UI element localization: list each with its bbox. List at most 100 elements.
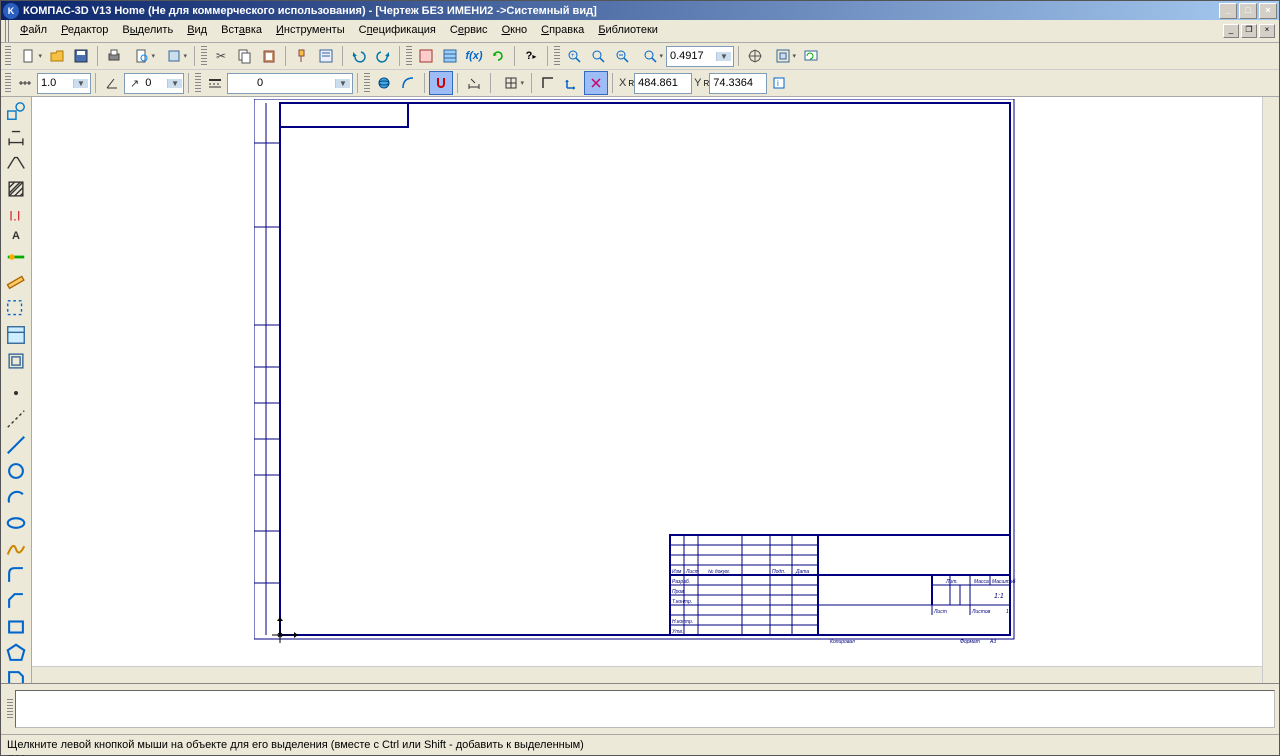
designation-button[interactable] [4,151,28,175]
line-button[interactable] [4,433,28,457]
variables-button[interactable]: f(x) [462,44,486,68]
dropdown-icon[interactable]: ▼ [167,79,182,88]
angle-combo[interactable]: ↗ ▼ [124,73,184,94]
window-minimize-button[interactable]: _ [1219,3,1237,19]
lcs-button[interactable] [560,71,584,95]
vertical-scrollbar[interactable] [1262,97,1279,683]
param-button[interactable] [4,245,28,269]
pan-button[interactable] [743,44,767,68]
arc-button[interactable] [4,485,28,509]
coord-y-field[interactable] [709,73,767,94]
parametric-button[interactable] [584,71,608,95]
copy-button[interactable] [233,44,257,68]
edit-geometry-button[interactable]: I.I [4,203,28,227]
globals-button[interactable] [372,71,396,95]
step-button[interactable] [13,71,37,95]
window-close-button[interactable]: × [1259,3,1277,19]
zoom-scale-button[interactable] [634,44,666,68]
fillet-button[interactable] [4,563,28,587]
line-style-button[interactable] [203,71,227,95]
menu-tools[interactable]: Инструменты [269,20,352,42]
refresh-button[interactable] [486,44,510,68]
redraw-button[interactable] [799,44,823,68]
zoom-in-button[interactable] [586,44,610,68]
hatching-button[interactable] [4,177,28,201]
angle-input[interactable] [143,77,167,89]
drawing-canvas[interactable]: Изм Лист № докум. Подп. Дата Разраб. Про… [32,97,1262,666]
new-button[interactable] [13,44,45,68]
step-combo[interactable]: ▼ [37,73,91,94]
mdi-restore-button[interactable]: ❐ [1241,24,1257,38]
dropdown-icon[interactable]: ▼ [335,79,350,88]
open-button[interactable] [45,44,69,68]
help-button[interactable]: ?▸ [519,44,543,68]
views-button[interactable] [4,349,28,373]
ortho-button[interactable] [536,71,560,95]
print-button[interactable] [102,44,126,68]
toolbar-grip[interactable] [406,46,412,66]
menu-spec[interactable]: Спецификация [352,20,443,42]
circle-button[interactable] [4,459,28,483]
menubar-grip[interactable] [5,20,11,42]
zoom-fit-button[interactable] [767,44,799,68]
polygon-button[interactable] [4,641,28,665]
ellipse-button[interactable] [4,511,28,535]
chamfer-button[interactable] [4,589,28,613]
menu-insert[interactable]: Вставка [214,20,269,42]
coord-y-input[interactable] [711,77,763,89]
zoom-combo[interactable]: ▼ [666,46,734,67]
zoom-input[interactable] [668,50,716,62]
dropdown-icon[interactable]: ▼ [73,79,88,88]
menu-file[interactable]: Файл [13,20,54,42]
save-button[interactable] [69,44,93,68]
menu-service[interactable]: Сервис [443,20,495,42]
snap-button[interactable] [429,71,453,95]
spec-tools-button[interactable] [4,323,28,347]
toolbar-grip[interactable] [364,73,370,93]
layer-input[interactable] [255,77,335,89]
rect-button[interactable] [4,615,28,639]
angle-button[interactable] [100,71,124,95]
redo-button[interactable] [371,44,395,68]
spec-table-button[interactable] [438,44,462,68]
menu-select[interactable]: Выделить [115,20,180,42]
print-preview-button[interactable] [126,44,158,68]
zoom-out-button[interactable] [610,44,634,68]
step-input[interactable] [39,77,73,89]
menu-window[interactable]: Окно [495,20,535,42]
layer-combo[interactable]: ▼ [227,73,353,94]
doc-props-button[interactable] [158,44,190,68]
window-maximize-button[interactable]: □ [1239,3,1257,19]
geometry-button[interactable] [4,99,28,123]
aux-line-button[interactable] [4,407,28,431]
properties-button[interactable] [314,44,338,68]
menu-help[interactable]: Справка [534,20,591,42]
paste-button[interactable] [257,44,281,68]
horizontal-scrollbar[interactable] [32,666,1262,683]
toolbar-grip[interactable] [554,46,560,66]
spec-manager-button[interactable] [414,44,438,68]
measure-button[interactable] [4,271,28,295]
menu-view[interactable]: Вид [180,20,214,42]
undo-button[interactable] [347,44,371,68]
toolbar-grip[interactable] [201,46,207,66]
coord-x-input[interactable] [636,77,688,89]
dropdown-icon[interactable]: ▼ [716,52,731,61]
grid-button[interactable] [495,71,527,95]
menu-editor[interactable]: Редактор [54,20,115,42]
spline-button[interactable] [4,537,28,561]
toolbar-grip[interactable] [5,73,11,93]
point-button[interactable] [4,381,28,405]
selection-button[interactable] [4,297,28,321]
dimension-button[interactable] [462,71,486,95]
cut-button[interactable]: ✂ [209,44,233,68]
info-button[interactable]: i [767,71,791,95]
property-panel-content[interactable] [15,690,1275,728]
rounding-button[interactable] [396,71,420,95]
format-painter-button[interactable] [290,44,314,68]
zoom-window-button[interactable]: + [562,44,586,68]
mdi-close-button[interactable]: × [1259,24,1275,38]
annotation-button[interactable]: A [4,229,28,243]
toolbar-grip[interactable] [195,73,201,93]
coord-x-field[interactable] [634,73,692,94]
